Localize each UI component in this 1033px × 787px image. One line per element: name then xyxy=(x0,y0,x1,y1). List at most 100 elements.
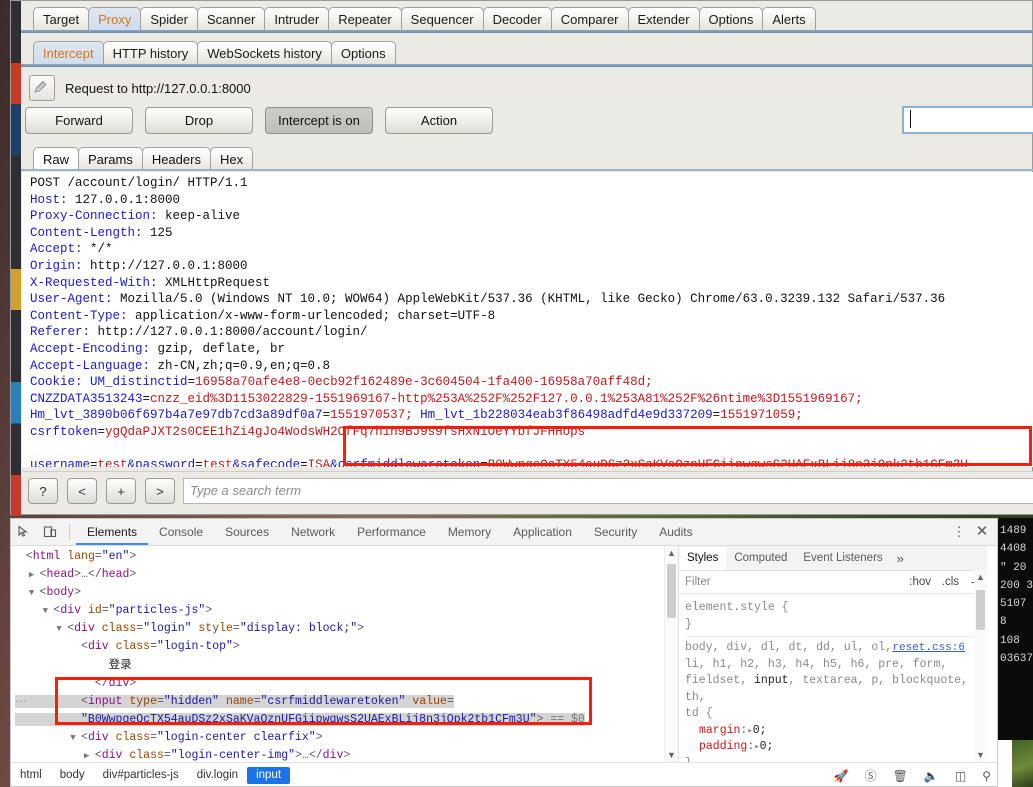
scroll-up-icon[interactable]: ▲ xyxy=(665,546,678,560)
tab-network[interactable]: Network xyxy=(280,520,346,545)
tab-repeater[interactable]: Repeater xyxy=(328,7,402,31)
scroll-down-icon[interactable]: ▼ xyxy=(665,748,678,762)
trash-icon[interactable]: 🗑 xyxy=(893,769,908,783)
tab-proxy[interactable]: Proxy xyxy=(88,7,142,31)
dom-tree-scrollbar[interactable]: ▲ ▼ xyxy=(664,546,678,762)
tab-styles[interactable]: Styles xyxy=(679,546,727,570)
message-view-tabs[interactable]: Raw Params Headers Hex xyxy=(33,144,254,170)
breadcrumb-div-particles-js[interactable]: div#particles-js xyxy=(94,767,188,784)
terminal-line: " 20 xyxy=(1000,561,1027,574)
tab-raw[interactable]: Raw xyxy=(33,147,80,170)
breadcrumb-input[interactable]: input xyxy=(247,767,291,784)
tab-proxy-options[interactable]: Options xyxy=(330,41,396,65)
tab-memory[interactable]: Memory xyxy=(437,520,502,545)
search-prev-button[interactable]: < xyxy=(67,478,97,504)
burp-main-tabs[interactable]: Target Proxy Spider Scanner Intruder Rep… xyxy=(33,3,816,31)
burp-suite-window: Target Proxy Spider Scanner Intruder Rep… xyxy=(10,0,1033,516)
action-button[interactable]: Action xyxy=(385,107,493,134)
search-add-button[interactable]: + xyxy=(106,478,136,504)
no-rocket-icon[interactable]: Ⓢ xyxy=(865,767,877,784)
pencil-icon[interactable] xyxy=(29,75,55,101)
tab-security[interactable]: Security xyxy=(583,520,648,545)
styles-scrollbar[interactable]: ▲ ▼ xyxy=(974,570,987,762)
terminal-line: 200 3 xyxy=(1000,579,1033,592)
dom-tree-text[interactable]: <html lang="en"> ▶ <head>…</head> ▼ <bod… xyxy=(11,546,678,762)
more-options-icon[interactable]: ⋮ xyxy=(949,519,969,545)
terminal-line: 1489 xyxy=(1000,525,1027,537)
raw-request-text[interactable]: POST /account/login/ HTTP/1.1 Host: 127.… xyxy=(22,172,1033,467)
tab-application[interactable]: Application xyxy=(502,520,583,545)
intercept-actions[interactable]: Forward Drop Intercept is on Action xyxy=(25,107,493,134)
rocket-icon[interactable]: 🚀 xyxy=(834,769,849,783)
tab-intercept[interactable]: Intercept xyxy=(33,41,104,65)
raw-request-editor[interactable]: POST /account/login/ HTTP/1.1 Host: 127.… xyxy=(22,172,1033,467)
tab-intruder[interactable]: Intruder xyxy=(264,7,330,31)
tab-console[interactable]: Console xyxy=(148,520,214,545)
style-property-value[interactable]: 0; xyxy=(760,740,774,753)
styles-pane-tabs[interactable]: Styles Computed Event Listeners » xyxy=(679,546,987,571)
tab-options[interactable]: Options xyxy=(698,7,764,31)
tab-audits[interactable]: Audits xyxy=(648,520,703,545)
tab-alerts[interactable]: Alerts xyxy=(762,7,816,31)
devtools-body: <html lang="en"> ▶ <head>…</head> ▼ <bod… xyxy=(11,546,997,762)
style-property-value[interactable]: 0; xyxy=(753,724,767,737)
styles-rules-list[interactable]: element.style {} reset.css:6 body, div, dl… xyxy=(679,594,987,762)
scrollbar-thumb[interactable] xyxy=(976,590,985,630)
terminal-line: 5107 xyxy=(1000,598,1027,611)
breadcrumb-html[interactable]: html xyxy=(11,767,51,784)
scroll-down-icon[interactable]: ▼ xyxy=(974,748,987,762)
breadcrumb-body[interactable]: body xyxy=(51,767,94,784)
tab-websockets-history[interactable]: WebSockets history xyxy=(197,41,332,65)
tab-hex[interactable]: Hex xyxy=(209,147,254,170)
top-right-text-input[interactable] xyxy=(902,106,1033,134)
dom-tree-pane[interactable]: <html lang="en"> ▶ <head>…</head> ▼ <bod… xyxy=(11,546,679,762)
tab-sequencer[interactable]: Sequencer xyxy=(400,7,484,31)
styles-pane[interactable]: Styles Computed Event Listeners » Filter… xyxy=(679,546,987,762)
inspect-element-icon[interactable] xyxy=(11,520,37,544)
scrollbar-thumb[interactable] xyxy=(667,564,676,618)
tab-headers[interactable]: Headers xyxy=(141,147,211,170)
tab-http-history[interactable]: HTTP history xyxy=(102,41,199,65)
device-toolbar-icon[interactable] xyxy=(37,520,63,544)
tab-decoder[interactable]: Decoder xyxy=(482,7,552,31)
style-selector[interactable]: element.style { xyxy=(685,601,789,614)
search-next-button[interactable]: > xyxy=(145,478,175,504)
devtools-panel-tabs[interactable]: Elements Console Sources Network Perform… xyxy=(76,519,704,545)
style-source-link[interactable]: reset.css:6 xyxy=(892,640,965,657)
layout-icon[interactable]: ◫ xyxy=(955,769,966,783)
csrf-token-highlight-box xyxy=(343,426,1032,466)
styles-filter-row[interactable]: Filter :hov .cls + xyxy=(679,571,987,594)
search-help-button[interactable]: ? xyxy=(28,478,58,504)
tab-extender[interactable]: Extender xyxy=(627,7,700,31)
style-property-name[interactable]: margin xyxy=(699,724,740,737)
close-icon[interactable]: ✕ xyxy=(971,519,993,545)
breadcrumb-div-login[interactable]: div.login xyxy=(188,767,247,784)
tab-scanner[interactable]: Scanner xyxy=(196,7,266,31)
devtools-toolbar-right: ⋮ ✕ xyxy=(949,519,993,545)
intercept-toggle-button[interactable]: Intercept is on xyxy=(265,107,373,134)
tab-event-listeners[interactable]: Event Listeners xyxy=(795,547,890,570)
drop-button[interactable]: Drop xyxy=(145,107,253,134)
element-classes-button[interactable]: .cls xyxy=(942,576,959,588)
tab-comparer[interactable]: Comparer xyxy=(550,7,629,31)
tab-computed[interactable]: Computed xyxy=(726,547,795,570)
scroll-up-icon[interactable]: ▲ xyxy=(974,570,987,584)
style-rule[interactable]: element.style {} xyxy=(685,597,981,637)
style-property-name[interactable]: padding xyxy=(699,740,747,753)
styles-filter-input[interactable]: Filter xyxy=(685,576,711,588)
tab-performance[interactable]: Performance xyxy=(346,520,437,545)
search-input[interactable]: Type a search term xyxy=(183,478,1033,504)
tab-elements[interactable]: Elements xyxy=(76,520,149,545)
tab-params[interactable]: Params xyxy=(78,147,143,170)
force-state-button[interactable]: :hov xyxy=(909,576,931,588)
tab-sources[interactable]: Sources xyxy=(214,520,280,545)
search-icon[interactable]: ⚲ xyxy=(982,769,991,783)
burp-proxy-subtabs[interactable]: Intercept HTTP history WebSockets histor… xyxy=(33,37,396,65)
speaker-icon[interactable]: 🔈 xyxy=(924,769,939,783)
tab-target[interactable]: Target xyxy=(33,7,90,31)
style-rule[interactable]: reset.css:6 body, div, dl, dt, dd, ul, ol… xyxy=(685,637,981,762)
view-tabs-divider xyxy=(21,169,1033,171)
tab-spider[interactable]: Spider xyxy=(140,7,198,31)
forward-button[interactable]: Forward xyxy=(25,107,133,134)
chevron-double-right-icon[interactable]: » xyxy=(891,551,910,566)
